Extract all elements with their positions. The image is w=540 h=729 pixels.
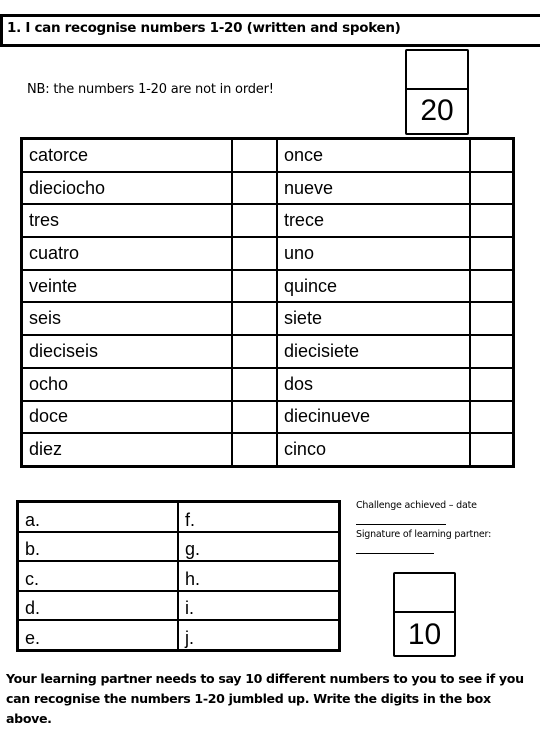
answer-cell[interactable] bbox=[231, 301, 278, 337]
order-note: NB: the numbers 1-20 are not in order! bbox=[27, 82, 274, 97]
table-row: doce diecinueve bbox=[20, 399, 515, 435]
table-row: cuatro uno bbox=[20, 236, 515, 271]
word-cell: cinco bbox=[275, 432, 471, 468]
table-row: c. h. bbox=[16, 560, 341, 592]
answer-slot[interactable]: d. bbox=[16, 589, 179, 622]
answer-cell[interactable] bbox=[468, 366, 515, 402]
date-line[interactable] bbox=[356, 524, 446, 525]
table-row: catorce once bbox=[20, 137, 515, 173]
word-cell: catorce bbox=[20, 137, 234, 173]
challenge-answer-table: a. f. b. g. c. h. d. i. e. j. bbox=[16, 500, 341, 652]
answer-cell[interactable] bbox=[468, 399, 515, 435]
word-cell: cuatro bbox=[20, 236, 234, 271]
answer-cell[interactable] bbox=[231, 203, 278, 239]
challenge-score-entry-field[interactable] bbox=[395, 574, 454, 613]
word-cell: dieciocho bbox=[20, 170, 234, 206]
answer-cell[interactable] bbox=[468, 432, 515, 468]
score-box-20: 20 bbox=[405, 49, 469, 135]
answer-slot[interactable]: e. bbox=[16, 619, 179, 652]
answer-cell[interactable] bbox=[231, 399, 278, 435]
answer-cell[interactable] bbox=[231, 137, 278, 173]
answer-cell[interactable] bbox=[468, 236, 515, 271]
answer-slot[interactable]: b. bbox=[16, 530, 179, 563]
table-row: ocho dos bbox=[20, 366, 515, 402]
table-row: e. j. bbox=[16, 619, 341, 652]
word-cell: veinte bbox=[20, 268, 234, 304]
section-title: 1. I can recognise numbers 1-20 (written… bbox=[7, 20, 401, 36]
answer-cell[interactable] bbox=[231, 432, 278, 468]
word-cell: quince bbox=[275, 268, 471, 304]
answer-cell[interactable] bbox=[468, 334, 515, 369]
word-cell: dieciseis bbox=[20, 334, 234, 369]
challenge-score-total: 10 bbox=[407, 618, 442, 651]
table-row: diez cinco bbox=[20, 432, 515, 468]
answer-slot[interactable]: g. bbox=[177, 530, 341, 563]
word-cell: dos bbox=[275, 366, 471, 402]
table-row: d. i. bbox=[16, 589, 341, 622]
answer-cell[interactable] bbox=[468, 203, 515, 239]
answer-cell[interactable] bbox=[231, 268, 278, 304]
answer-cell[interactable] bbox=[468, 301, 515, 337]
score-box-10: 10 bbox=[393, 572, 456, 657]
answer-slot[interactable]: h. bbox=[177, 560, 341, 592]
section-header: 1. I can recognise numbers 1-20 (written… bbox=[0, 14, 540, 47]
challenge-date-label: Challenge achieved – date bbox=[356, 500, 477, 511]
answer-slot[interactable]: a. bbox=[16, 500, 179, 533]
word-cell: tres bbox=[20, 203, 234, 239]
answer-cell[interactable] bbox=[231, 236, 278, 271]
word-cell: diez bbox=[20, 432, 234, 468]
answer-slot[interactable]: j. bbox=[177, 619, 341, 652]
word-cell: siete bbox=[275, 301, 471, 337]
answer-cell[interactable] bbox=[468, 137, 515, 173]
word-cell: once bbox=[275, 137, 471, 173]
word-cell: uno bbox=[275, 236, 471, 271]
instructions-text: Your learning partner needs to say 10 di… bbox=[6, 671, 524, 726]
table-row: b. g. bbox=[16, 530, 341, 563]
table-row: tres trece bbox=[20, 203, 515, 239]
table-row: veinte quince bbox=[20, 268, 515, 304]
signature-label: Signature of learning partner: bbox=[356, 529, 492, 540]
answer-slot[interactable]: i. bbox=[177, 589, 341, 622]
answer-cell[interactable] bbox=[231, 170, 278, 206]
word-cell: diecinueve bbox=[275, 399, 471, 435]
word-cell: seis bbox=[20, 301, 234, 337]
answer-cell[interactable] bbox=[468, 268, 515, 304]
answer-cell[interactable] bbox=[231, 334, 278, 369]
table-row: dieciseis diecisiete bbox=[20, 334, 515, 369]
answer-slot[interactable]: c. bbox=[16, 560, 179, 592]
score-total: 20 bbox=[420, 94, 454, 127]
signature-line[interactable] bbox=[356, 553, 434, 554]
table-row: seis siete bbox=[20, 301, 515, 337]
word-cell: doce bbox=[20, 399, 234, 435]
numbers-table: catorce once dieciocho nueve tres trece … bbox=[20, 137, 515, 468]
answer-cell[interactable] bbox=[231, 366, 278, 402]
table-row: dieciocho nueve bbox=[20, 170, 515, 206]
answer-cell[interactable] bbox=[468, 170, 515, 206]
word-cell: nueve bbox=[275, 170, 471, 206]
table-row: a. f. bbox=[16, 500, 341, 533]
score-entry-field[interactable] bbox=[407, 51, 467, 90]
word-cell: ocho bbox=[20, 366, 234, 402]
word-cell: diecisiete bbox=[275, 334, 471, 369]
word-cell: trece bbox=[275, 203, 471, 239]
answer-slot[interactable]: f. bbox=[177, 500, 341, 533]
